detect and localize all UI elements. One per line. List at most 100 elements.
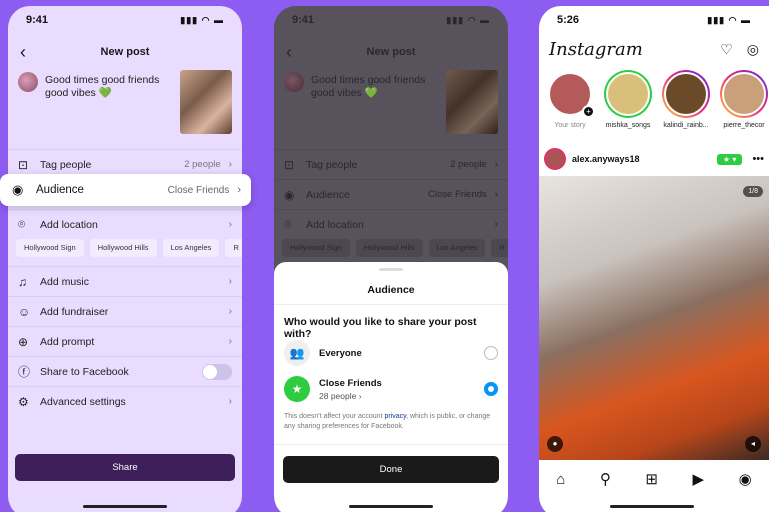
nav-bar: ‹ New post	[8, 34, 242, 70]
share-button[interactable]: Share	[15, 454, 235, 481]
option-label: Close Friends	[319, 377, 382, 389]
row-add-location: ⌾ Add location ›	[274, 209, 508, 239]
location-pill: Hollywood Hills	[355, 239, 423, 257]
page-title: New post	[100, 46, 150, 58]
phone-new-post: 9:41 ▮▮▮ ◠ ▬ ‹ New post Good times good …	[8, 6, 242, 512]
avatar	[18, 72, 38, 92]
post-image[interactable]: 1/8 ● ◂	[539, 176, 769, 460]
heart-icon[interactable]: ♡	[720, 41, 733, 58]
chevron-right-icon: ›	[494, 189, 498, 200]
post-thumbnail	[446, 70, 498, 134]
row-share-to-facebook: ⓕ Share to Facebook	[8, 356, 242, 386]
facebook-toggle[interactable]	[202, 363, 232, 380]
status-bar: 5:26 ▮▮▮ ◠ ▬	[539, 6, 769, 34]
location-pill: R	[491, 239, 508, 257]
row-add-music[interactable]: ♫ Add music ›	[8, 266, 242, 296]
search-icon[interactable]: ⚲	[600, 470, 611, 488]
feed-header: Instagram ♡ ◎	[539, 34, 769, 64]
story-name: Your story	[554, 122, 586, 129]
row-label: Audience	[306, 188, 350, 201]
home-icon[interactable]: ⌂	[556, 471, 565, 488]
story-ring	[604, 70, 652, 118]
radio-everyone[interactable]	[484, 346, 498, 360]
plus-circle-icon: ⊕	[18, 334, 29, 349]
story-ring: +	[546, 70, 595, 118]
back-arrow-icon[interactable]: ‹	[20, 42, 26, 63]
signal-wifi-battery-icon: ▮▮▮ ◠ ▬	[180, 14, 224, 25]
add-story-icon[interactable]: +	[582, 105, 595, 118]
post-thumbnail	[180, 70, 232, 134]
chevron-right-icon: ›	[228, 276, 232, 287]
option-everyone[interactable]: 👥 Everyone	[284, 338, 498, 368]
sound-icon[interactable]: ◂	[745, 436, 761, 452]
location-pill[interactable]: Hollywood Hills	[89, 239, 157, 257]
row-label: Share to Facebook	[40, 365, 129, 378]
location-suggestions: Hollywood Sign Hollywood Hills Los Angel…	[282, 239, 508, 259]
create-icon[interactable]: ⊞	[645, 470, 658, 488]
option-close-friends[interactable]: ★ Close Friends 28 people ›	[284, 374, 498, 404]
row-label: Add location	[306, 218, 364, 231]
row-audience-highlight[interactable]: ◉ Audience Close Friends ›	[0, 174, 251, 206]
story-item[interactable]: pierre_thecor	[719, 70, 769, 142]
reels-icon[interactable]: ▶	[693, 470, 705, 488]
avatar[interactable]	[544, 148, 566, 170]
post-caption[interactable]: Good times good friends good vibes 💚	[18, 70, 232, 142]
location-pill[interactable]: Hollywood Sign	[16, 239, 84, 257]
status-time: 9:41	[26, 14, 49, 26]
story-item[interactable]: mishka_songs	[603, 70, 653, 142]
location-suggestions: Hollywood Sign Hollywood Hills Los Angel…	[16, 239, 242, 259]
row-value: Close Friends	[428, 189, 487, 200]
story-item[interactable]: + Your story	[545, 70, 595, 142]
status-bar: 9:41 ▮▮▮ ◠ ▬	[274, 6, 508, 34]
row-advanced-settings[interactable]: ⚙ Advanced settings ›	[8, 386, 242, 416]
story-item[interactable]: kalindi_rainb...	[661, 70, 711, 142]
gear-icon: ⚙	[18, 394, 29, 409]
back-arrow-icon[interactable]: ‹	[286, 42, 292, 63]
home-indicator	[610, 505, 694, 508]
story-name: mishka_songs	[605, 122, 651, 129]
row-value: 2 people	[450, 159, 487, 170]
privacy-link[interactable]: privacy	[384, 413, 406, 420]
row-label: Tag people	[306, 158, 358, 171]
sheet-grabber[interactable]	[379, 268, 403, 271]
tag-people-icon: ⊡	[18, 157, 29, 172]
instagram-logo[interactable]: Instagram	[549, 39, 706, 60]
row-label: Add fundraiser	[40, 305, 109, 318]
messenger-icon[interactable]: ◎	[747, 41, 759, 58]
story-ring	[720, 70, 768, 118]
post-caption: Good times good friends good vibes 💚	[284, 70, 498, 142]
sheet-title: Audience	[367, 284, 415, 296]
row-label: Add prompt	[40, 335, 95, 348]
row-add-location[interactable]: ⌾ Add location ›	[8, 209, 242, 239]
post-header: alex.anyways18 ★ ▾ •••	[539, 147, 769, 171]
people-icon: 👥	[284, 340, 310, 366]
sheet-question: Who would you like to share your post wi…	[284, 316, 477, 340]
post-username[interactable]: alex.anyways18	[572, 154, 717, 164]
status-bar: 9:41 ▮▮▮ ◠ ▬	[8, 6, 242, 34]
more-options-icon[interactable]: •••	[752, 153, 764, 165]
tagged-user-icon[interactable]: ●	[547, 436, 563, 452]
chevron-right-icon: ›	[228, 306, 232, 317]
home-indicator	[83, 505, 167, 508]
story-name: pierre_thecor	[723, 122, 765, 129]
profile-icon[interactable]: ◉	[739, 470, 752, 488]
close-friends-count[interactable]: 28 people ›	[319, 391, 484, 401]
row-add-prompt[interactable]: ⊕ Add prompt ›	[8, 326, 242, 356]
note-text: This doesn't affect your account	[284, 413, 385, 420]
radio-close-friends[interactable]	[484, 382, 498, 396]
location-pill[interactable]: R	[225, 239, 242, 257]
story-ring	[662, 70, 710, 118]
divider	[274, 304, 508, 305]
row-add-fundraiser[interactable]: ☺ Add fundraiser ›	[8, 296, 242, 326]
facebook-icon: ⓕ	[18, 365, 31, 379]
done-button[interactable]: Done	[283, 456, 499, 483]
location-pill[interactable]: Los Angeles	[162, 239, 220, 257]
carousel-counter: 1/8	[743, 186, 763, 197]
chevron-right-icon: ›	[228, 396, 232, 407]
location-pin-icon: ⌾	[284, 217, 292, 231]
close-friends-badge[interactable]: ★ ▾	[717, 153, 743, 165]
chevron-right-icon: ›	[494, 219, 498, 230]
chevron-right-icon: ›	[228, 159, 232, 170]
tag-people-icon: ⊡	[284, 157, 295, 172]
chevron-right-icon: ›	[494, 159, 498, 170]
